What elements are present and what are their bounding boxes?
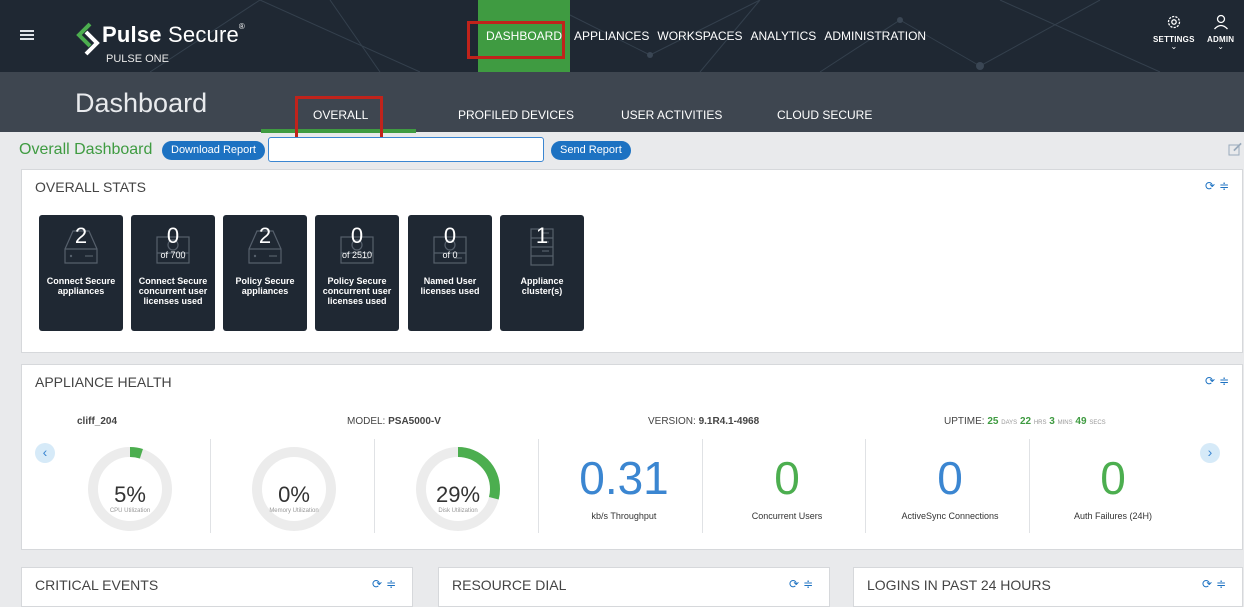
divider: [210, 439, 211, 533]
collapse-icon[interactable]: ≑: [803, 577, 813, 591]
panel-title: OVERALL STATS: [35, 179, 146, 195]
stat-tile[interactable]: 1 Appliance cluster(s): [500, 215, 584, 331]
collapse-icon[interactable]: ≑: [1216, 577, 1226, 591]
activesync-label: ActiveSync Connections: [901, 511, 999, 521]
pulse-logo-icon: [76, 22, 100, 56]
download-report-button[interactable]: Download Report: [162, 141, 265, 160]
highlight-box-dashboard: [467, 21, 565, 59]
throughput-value: 0.31: [579, 452, 669, 504]
appliance-uptime: UPTIME: 25 DAYS 22 HRS 3 MINS 49 SECS: [944, 416, 1106, 427]
panel-tools: ⟳ ≑: [1201, 179, 1229, 193]
stat-value: 1: [535, 223, 549, 248]
refresh-icon[interactable]: ⟳: [789, 577, 799, 591]
panel-tools: ⟳ ≑: [785, 577, 813, 591]
concurrent-users-value: 0: [774, 452, 800, 504]
disk-gauge-label: Disk Utilization: [438, 508, 478, 514]
resource-dial-panel: RESOURCE DIAL ⟳ ≑: [438, 567, 830, 607]
memory-gauge-label: Memory Utilization: [269, 508, 319, 514]
menu-icon[interactable]: [20, 30, 34, 40]
auth-failures-label: Auth Failures (24H): [1073, 511, 1153, 521]
brand-name: Pulse Secure®: [102, 22, 246, 47]
admin-menu[interactable]: ADMIN ⌄: [1207, 14, 1234, 51]
panel-title: RESOURCE DIAL: [452, 577, 567, 593]
user-icon: [1213, 14, 1228, 30]
memory-gauge-value: 0%: [278, 482, 310, 507]
stat-tile[interactable]: 0 of 0 Named User licenses used: [408, 215, 492, 331]
highlight-box-overall: [295, 96, 383, 140]
stat-value: 0: [443, 223, 457, 248]
panel-title: APPLIANCE HEALTH: [35, 374, 172, 390]
nav-appliances[interactable]: APPLIANCES: [570, 0, 653, 72]
next-arrow-button[interactable]: ›: [1200, 443, 1220, 463]
concurrent-users-label: Concurrent Users: [751, 511, 823, 521]
logins-past-24-hours-panel: LOGINS IN PAST 24 HOURS ⟳ ≑: [853, 567, 1243, 607]
send-report-button[interactable]: Send Report: [551, 141, 631, 160]
divider: [374, 439, 375, 533]
cpu-gauge-value: 5%: [114, 482, 146, 507]
stat-label: Appliance cluster(s): [520, 276, 564, 296]
panel-tools: ⟳ ≑: [1198, 577, 1226, 591]
chevron-down-icon: ⌄: [1217, 42, 1224, 51]
overall-dashboard-title: Overall Dashboard: [19, 141, 153, 158]
refresh-icon[interactable]: ⟳: [1205, 374, 1215, 388]
appliance-name: cliff_204: [77, 416, 118, 427]
product-name: PULSE ONE: [106, 53, 169, 65]
tab-cloud-secure[interactable]: CLOUD SECURE: [777, 108, 872, 122]
stat-of: of 700: [160, 250, 186, 260]
tab-user-activities[interactable]: USER ACTIVITIES: [621, 108, 722, 122]
nav-administration[interactable]: ADMINISTRATION: [820, 0, 930, 72]
edit-icon[interactable]: [1228, 142, 1242, 156]
stat-value: 0: [166, 223, 180, 248]
collapse-icon[interactable]: ≑: [1219, 179, 1229, 193]
auth-failures-value: 0: [1100, 452, 1126, 504]
panel-tools: ⟳ ≑: [1201, 374, 1229, 388]
nav-analytics[interactable]: ANALYTICS: [747, 0, 821, 72]
overall-stats-panel: OVERALL STATS ⟳ ≑ 2 Connect Secure applia…: [21, 169, 1243, 353]
collapse-icon[interactable]: ≑: [386, 577, 396, 591]
stat-tile[interactable]: 0 of 2510 Policy Secure concurrent user …: [315, 215, 399, 331]
chevron-down-icon: ⌄: [1170, 42, 1178, 51]
stat-label: Connect Secure concurrent user licenses …: [138, 276, 208, 306]
stat-value: 2: [74, 223, 88, 248]
critical-events-panel: CRITICAL EVENTS ⟳ ≑: [21, 567, 413, 607]
activesync-value: 0: [937, 452, 963, 504]
stat-tile[interactable]: 2 Connect Secure appliances: [39, 215, 123, 331]
panel-tools: ⟳ ≑: [368, 577, 396, 591]
previous-arrow-button[interactable]: ‹: [35, 443, 55, 463]
stat-of: of 0: [442, 250, 458, 260]
report-email-input[interactable]: [268, 137, 544, 162]
divider: [865, 439, 866, 533]
stat-value: 0: [350, 223, 364, 248]
panel-title: LOGINS IN PAST 24 HOURS: [867, 577, 1051, 593]
divider: [702, 439, 703, 533]
settings-menu[interactable]: SETTINGS ⌄: [1153, 14, 1195, 51]
appliance-model: MODEL: PSA5000-V: [347, 416, 441, 427]
cpu-gauge-label: CPU Utilization: [109, 508, 151, 514]
stat-label: Connect Secure appliances: [46, 276, 116, 296]
stat-tile[interactable]: 2 Policy Secure appliances: [223, 215, 307, 331]
stat-tile[interactable]: 0 of 700 Connect Secure concurrent user …: [131, 215, 215, 331]
stat-label: Named User licenses used: [420, 276, 480, 296]
stat-label: Policy Secure appliances: [235, 276, 295, 296]
appliance-version: VERSION: 9.1R4.1-4968: [648, 416, 760, 427]
panel-title: CRITICAL EVENTS: [35, 577, 159, 593]
page-title: Dashboard: [75, 88, 208, 118]
nav-workspaces[interactable]: WORKSPACES: [653, 0, 746, 72]
stat-value: 2: [258, 223, 272, 248]
appliance-health-panel: APPLIANCE HEALTH ⟳ ≑ cliff_204 MODEL: PSA…: [21, 364, 1243, 550]
divider: [538, 439, 539, 533]
divider: [1029, 439, 1030, 533]
tab-profiled-devices[interactable]: PROFILED DEVICES: [458, 108, 574, 122]
gear-icon: [1167, 15, 1180, 29]
refresh-icon[interactable]: ⟳: [1202, 577, 1212, 591]
refresh-icon[interactable]: ⟳: [1205, 179, 1215, 193]
top-bar: Pulse Secure® PULSE ONE DASHBOARD APPLIA…: [0, 0, 1244, 72]
collapse-icon[interactable]: ≑: [1219, 374, 1229, 388]
throughput-label: kb/s Throughput: [591, 511, 657, 521]
disk-gauge-value: 29%: [435, 482, 481, 507]
refresh-icon[interactable]: ⟳: [372, 577, 382, 591]
stat-of: of 2510: [341, 250, 373, 260]
stat-label: Policy Secure concurrent user licenses u…: [322, 276, 392, 306]
